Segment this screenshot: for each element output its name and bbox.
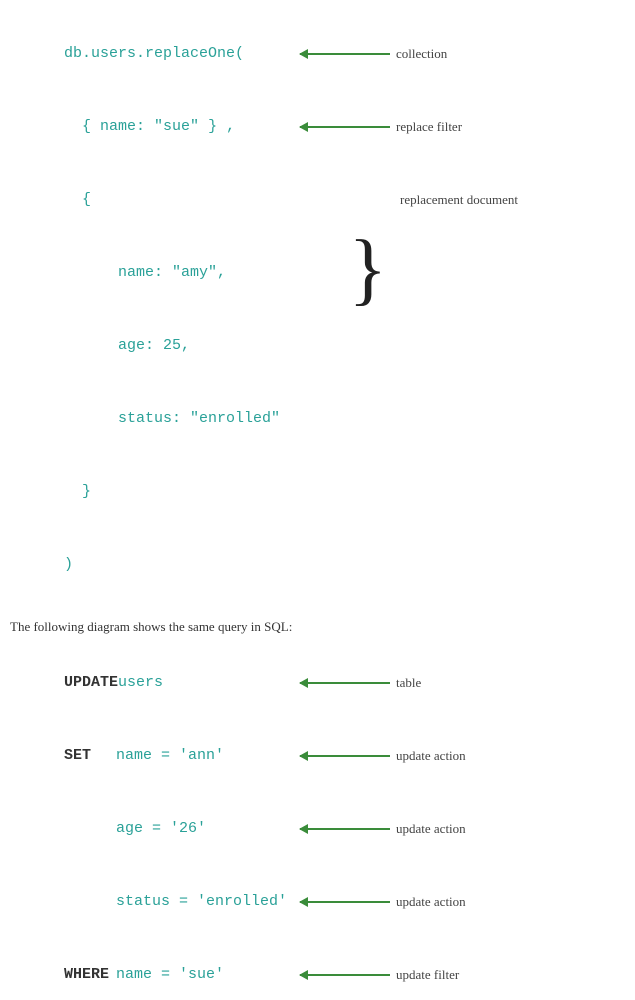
mongo-close-brace: } xyxy=(64,483,91,500)
sql-table-name: users xyxy=(118,674,163,691)
table-arrow xyxy=(300,682,390,684)
mongo-line-replaceone: db.users.replaceOne( collection xyxy=(10,18,615,90)
mongo-replaceone-code: db.users.replaceOne( xyxy=(10,18,290,90)
table-label: table xyxy=(396,673,421,694)
mongo-close-paren: ) xyxy=(64,556,73,573)
sql-set-age-expr: age = '26' xyxy=(116,820,206,837)
collection-arrow xyxy=(300,53,390,55)
sql-set-status-expr: status = 'enrolled' xyxy=(116,893,287,910)
sql-set-age-annotation: update action xyxy=(300,819,615,840)
update-filter-label: update filter xyxy=(396,965,459,986)
sql-where-keyword: WHERE xyxy=(64,963,116,987)
replacement-document-label: replacement document xyxy=(400,190,518,211)
mongo-replacement-label-container: replacement document xyxy=(370,190,615,211)
replace-filter-label: replace filter xyxy=(396,117,462,138)
mongo-open-brace: { xyxy=(64,191,91,208)
sql-table-annotation: table xyxy=(300,673,615,694)
mongo-age-field: age: 25, xyxy=(82,337,190,354)
sql-set-age-line: age = '26' update action xyxy=(10,793,615,865)
update-action-arrow-3 xyxy=(300,901,390,903)
mongo-close-paren-code: ) xyxy=(10,529,290,601)
sql-set-name-annotation: update action xyxy=(300,746,615,767)
mongo-filter-indent xyxy=(64,118,82,135)
mongo-name-code: name: "amy", xyxy=(10,237,290,309)
sql-intro-text: The following diagram shows the same que… xyxy=(10,619,615,635)
update-action-label-2: update action xyxy=(396,819,466,840)
mongo-line-close-brace: } xyxy=(10,456,615,528)
mongo-line-age: age: 25, xyxy=(10,310,615,382)
mongo-close-brace-code: } xyxy=(10,456,290,528)
mongo-line-close-paren: ) xyxy=(10,529,615,601)
sql-update-code: UPDATEusers xyxy=(10,647,290,719)
sql-set-status-annotation: update action xyxy=(300,892,615,913)
mongo-line-open-brace: { replacement document xyxy=(10,164,615,236)
mongo-filter-code: { name: "sue" } , xyxy=(10,91,290,163)
sql-set-status-code: status = 'enrolled' xyxy=(10,866,290,938)
sql-set-name-code: SETname = 'ann' xyxy=(10,720,290,792)
sql-set-name-line: SETname = 'ann' update action xyxy=(10,720,615,792)
mongo-code-block: db.users.replaceOne( collection { name: … xyxy=(10,18,615,601)
sql-where-expr: name = 'sue' xyxy=(116,966,224,983)
sql-set-status-line: status = 'enrolled' update action xyxy=(10,866,615,938)
mongo-filter-annotation: replace filter xyxy=(300,117,615,138)
mongo-collection-annotation: collection xyxy=(300,44,615,65)
sql-set-name-expr: name = 'ann' xyxy=(116,747,224,764)
sql-update-keyword: UPDATE xyxy=(64,671,118,695)
mongo-open-brace-code: { xyxy=(10,164,290,236)
mongo-status-field: status: "enrolled" xyxy=(82,410,280,427)
sql-set-age-code: age = '26' xyxy=(10,793,290,865)
update-action-arrow-2 xyxy=(300,828,390,830)
update-action-arrow-1 xyxy=(300,755,390,757)
replace-filter-arrow xyxy=(300,126,390,128)
mongo-line-status: status: "enrolled" xyxy=(10,383,615,455)
mongo-line-filter: { name: "sue" } , replace filter xyxy=(10,91,615,163)
update-action-label-3: update action xyxy=(396,892,466,913)
mongo-line-name: name: "amy", xyxy=(10,237,615,309)
mongo-filter-value: { name: "sue" } , xyxy=(82,118,235,135)
update-filter-arrow xyxy=(300,974,390,976)
sql-where-annotation: update filter xyxy=(300,965,615,986)
sql-where-line: WHEREname = 'sue' update filter xyxy=(10,939,615,1000)
mongo-db-users: db.users.replaceOne( xyxy=(64,45,244,62)
sql-code-block: UPDATEusers table SETname = 'ann' update… xyxy=(10,647,615,1000)
sql-update-line: UPDATEusers table xyxy=(10,647,615,719)
collection-label: collection xyxy=(396,44,447,65)
mongo-replacement-fields: } name: "amy", age: 25, status: "enrolle… xyxy=(10,237,615,455)
sql-where-code: WHEREname = 'sue' xyxy=(10,939,290,1000)
mongo-age-code: age: 25, xyxy=(10,310,290,382)
mongo-name-field: name: "amy", xyxy=(82,264,226,281)
sql-set-keyword: SET xyxy=(64,744,116,768)
update-action-label-1: update action xyxy=(396,746,466,767)
mongo-status-code: status: "enrolled" xyxy=(10,383,290,455)
